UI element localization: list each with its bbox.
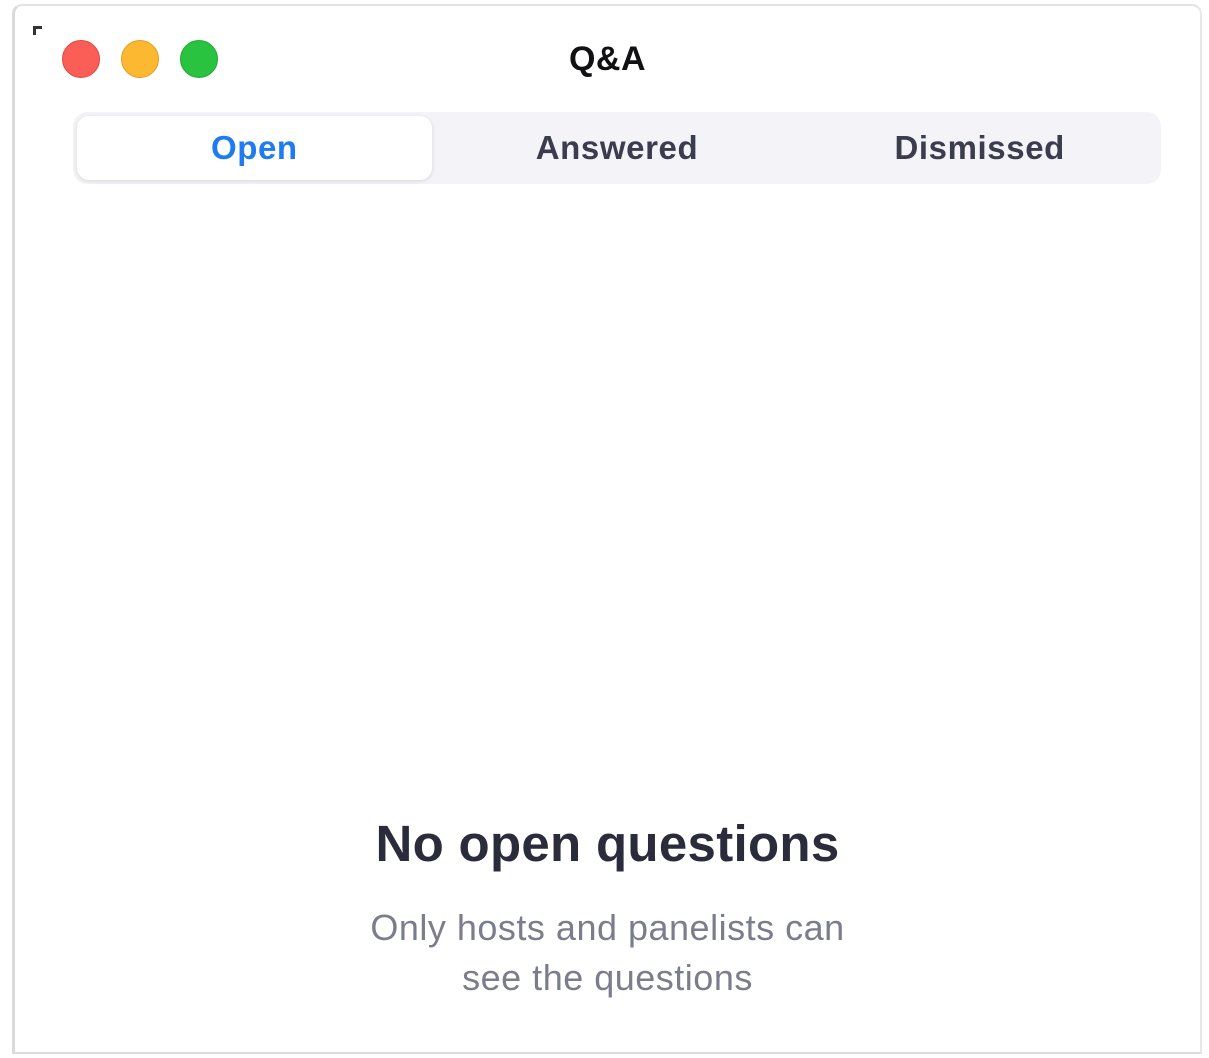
- tab-open[interactable]: Open: [77, 116, 432, 180]
- window-title: Q&A: [568, 40, 647, 78]
- window-corner-mark: [33, 26, 42, 35]
- tab-answered[interactable]: Answered: [440, 116, 795, 180]
- tab-dismissed[interactable]: Dismissed: [802, 116, 1157, 180]
- qa-tab-bar: Open Answered Dismissed: [73, 112, 1161, 184]
- empty-state-subtitle-line2: see the questions: [462, 957, 753, 998]
- empty-state-subtitle-line1: Only hosts and panelists can: [370, 907, 845, 948]
- empty-state: No open questions Only hosts and panelis…: [15, 814, 1200, 1003]
- empty-state-title: No open questions: [375, 815, 840, 872]
- empty-state-subtitle: Only hosts and panelists can see the que…: [15, 903, 1200, 1003]
- qa-window: Q&A Open Answered Dismissed No open ques…: [12, 4, 1202, 1054]
